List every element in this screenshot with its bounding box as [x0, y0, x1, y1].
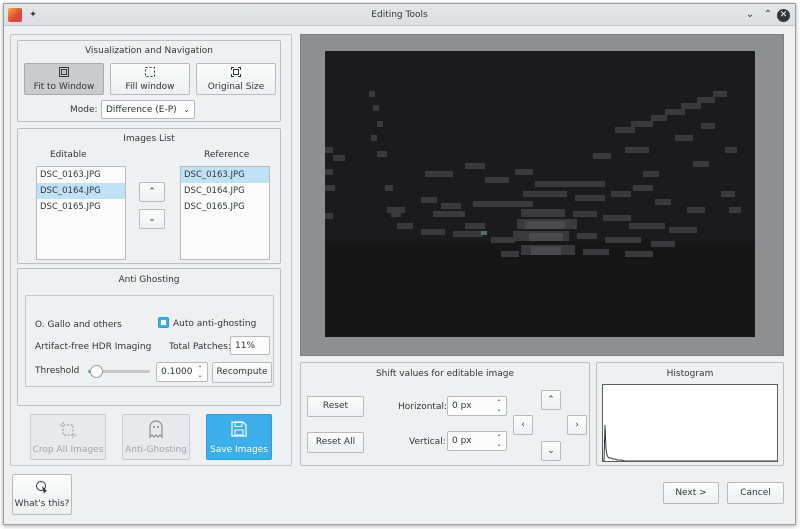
next-button[interactable]: Next >	[663, 482, 719, 504]
reference-header: Reference	[204, 150, 250, 160]
crop-all-images-button[interactable]: Crop All Images	[30, 414, 106, 460]
vertical-label: Vertical:	[409, 437, 446, 447]
fill-window-button[interactable]: Fill window	[110, 63, 190, 95]
images-list-title: Images List	[123, 134, 175, 144]
threshold-slider[interactable]	[88, 365, 150, 378]
spin-arrows-icon[interactable]: ⌃ ⌄	[196, 365, 204, 379]
recompute-button[interactable]: Recompute	[212, 362, 272, 383]
auto-anti-ghosting-label: Auto anti-ghosting	[173, 319, 257, 329]
total-patches-label: Total Patches:	[169, 342, 231, 352]
list-item-selected[interactable]: DSC_0164.JPG	[37, 183, 125, 199]
crop-all-images-label: Crop All Images	[32, 445, 104, 455]
original-size-label: Original Size	[207, 82, 265, 92]
save-images-label: Save Images	[210, 445, 268, 455]
fit-to-window-button[interactable]: Fit to Window	[24, 63, 104, 95]
list-item[interactable]: DSC_0165.JPG	[37, 199, 125, 215]
save-images-button[interactable]: Save Images	[206, 414, 272, 460]
chevron-down-icon: ⌄	[148, 214, 156, 224]
spin-arrows-icon[interactable]: ⌃ ⌄	[495, 399, 503, 413]
images-list-group: Images List Editable Reference DSC_0163.…	[17, 128, 281, 264]
close-icon[interactable]: ✕	[777, 9, 790, 22]
horizontal-spinbox[interactable]: 0 px ⌃ ⌄	[447, 396, 507, 416]
threshold-value: 0.1000	[161, 367, 193, 377]
threshold-slider-handle[interactable]	[90, 365, 103, 378]
chevron-down-icon: ⌄	[547, 446, 555, 456]
preview-frame	[300, 34, 784, 356]
mode-label: Mode:	[70, 105, 98, 115]
reset-all-button[interactable]: Reset All	[307, 432, 364, 453]
whats-this-pointer-icon	[13, 480, 71, 497]
chevron-up-icon: ⌃	[148, 187, 156, 197]
threshold-label: Threshold	[35, 366, 80, 376]
fill-window-label: Fill window	[125, 82, 175, 92]
list-item[interactable]: DSC_0165.JPG	[181, 199, 269, 215]
mode-select[interactable]: Difference (E-P) ⌄	[101, 100, 195, 119]
list-item[interactable]: DSC_0163.JPG	[37, 167, 125, 183]
editable-list[interactable]: DSC_0163.JPG DSC_0164.JPG DSC_0165.JPG	[36, 166, 126, 260]
shift-right-button[interactable]: ›	[567, 415, 587, 435]
list-item[interactable]: DSC_0164.JPG	[181, 183, 269, 199]
shift-left-button[interactable]: ‹	[513, 415, 533, 435]
editable-header: Editable	[50, 150, 87, 160]
auto-anti-ghosting-checkbox[interactable]	[158, 317, 169, 328]
method-author: O. Gallo and others	[35, 320, 122, 330]
fit-to-window-label: Fit to Window	[33, 82, 95, 92]
visualization-group: Visualization and Navigation Fit to Wind…	[17, 40, 281, 122]
method-name: Artifact-free HDR Imaging	[35, 342, 152, 352]
difference-image	[325, 51, 755, 337]
spin-arrows-icon[interactable]: ⌃ ⌄	[495, 434, 503, 448]
chevron-right-icon: ›	[575, 420, 579, 430]
title-bar: ✦ Editing Tools ⌄ ⌃ ✕	[4, 4, 795, 26]
horizontal-label: Horizontal:	[398, 402, 447, 412]
shift-values-title: Shift values for editable image	[375, 369, 515, 379]
anti-ghosting-label: Anti-Ghosting	[125, 445, 187, 455]
whats-this-label: What's this?	[14, 499, 70, 509]
reference-list[interactable]: DSC_0163.JPG DSC_0164.JPG DSC_0165.JPG	[180, 166, 270, 260]
move-down-button[interactable]: ⌄	[139, 209, 165, 229]
shift-values-group: Shift values for editable image Reset Re…	[300, 362, 590, 466]
fill-window-icon	[111, 66, 189, 81]
crop-icon	[31, 421, 105, 442]
histogram-curve	[603, 424, 777, 462]
threshold-spinbox[interactable]: 0.1000 ⌃ ⌄	[156, 362, 208, 382]
mode-select-value: Difference (E-P)	[106, 105, 177, 115]
cancel-button[interactable]: Cancel	[727, 482, 784, 504]
chevron-down-icon: ⌄	[183, 105, 190, 114]
horizontal-value: 0 px	[452, 401, 472, 411]
save-disk-icon	[207, 420, 271, 441]
whats-this-button[interactable]: What's this?	[12, 474, 72, 515]
ghost-icon	[123, 419, 189, 442]
move-up-button[interactable]: ⌃	[139, 182, 165, 202]
original-size-icon	[197, 66, 275, 81]
anti-ghosting-group: Anti Ghosting O. Gallo and others Auto a…	[17, 268, 281, 406]
editing-tools-window: ✦ Editing Tools ⌄ ⌃ ✕ Visualization and …	[3, 3, 796, 525]
vertical-value: 0 px	[452, 436, 472, 446]
list-item-selected[interactable]: DSC_0163.JPG	[181, 167, 269, 183]
shift-up-button[interactable]: ⌃	[541, 390, 561, 410]
chevron-up-icon: ⌃	[547, 395, 555, 405]
window-title: Editing Tools	[371, 10, 428, 20]
preview-image[interactable]	[325, 51, 755, 337]
original-size-button[interactable]: Original Size	[196, 63, 276, 95]
visualization-title: Visualization and Navigation	[84, 46, 214, 56]
histogram-title: Histogram	[666, 369, 714, 379]
histogram-group: Histogram	[596, 362, 784, 466]
vertical-spinbox[interactable]: 0 px ⌃ ⌄	[447, 431, 507, 451]
shift-down-button[interactable]: ⌄	[541, 441, 561, 461]
chevron-left-icon: ‹	[521, 420, 525, 430]
reset-button[interactable]: Reset	[307, 396, 364, 417]
fit-window-icon	[25, 66, 103, 81]
total-patches-field[interactable]: 11%	[230, 336, 270, 355]
anti-ghosting-button[interactable]: Anti-Ghosting	[122, 414, 190, 460]
minimize-icon[interactable]: ⌄	[743, 8, 757, 22]
histogram-plot	[602, 384, 778, 462]
anti-ghosting-title: Anti Ghosting	[118, 275, 180, 285]
maximize-icon[interactable]: ⌃	[761, 8, 775, 22]
